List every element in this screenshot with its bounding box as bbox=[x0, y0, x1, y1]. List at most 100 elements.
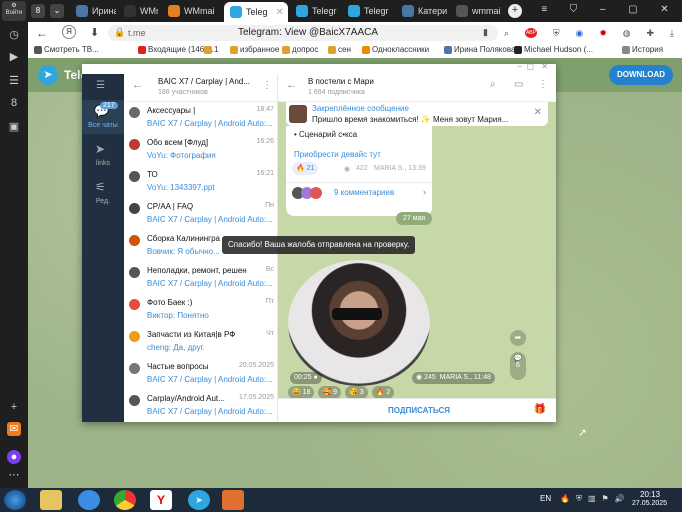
downloads-icon[interactable]: ⤓ bbox=[670, 28, 674, 39]
flame-icon[interactable]: 🔥 bbox=[560, 494, 570, 504]
video-message[interactable] bbox=[288, 260, 430, 386]
language-indicator[interactable]: EN bbox=[540, 494, 551, 503]
chat-list-item[interactable]: Неполадки, ремонт, решение Вс BAIC X7 / Ca… bbox=[124, 262, 278, 294]
browser-tab[interactable]: Telegr bbox=[342, 2, 394, 20]
telegram-taskbar-icon[interactable]: ➤ bbox=[188, 490, 210, 510]
tg-maximize-icon[interactable]: ▢ bbox=[526, 62, 534, 71]
address-field[interactable]: 🔒 t.me Telegram: View @BaicX7AACA ▮ bbox=[108, 25, 498, 41]
bookmark-item[interactable]: Michael Hudson (... bbox=[514, 45, 593, 54]
collections-icon[interactable]: ▣ bbox=[7, 120, 21, 134]
channel-title[interactable]: В постели с Мари bbox=[308, 77, 374, 86]
flag-icon[interactable]: ⚑ bbox=[602, 494, 609, 504]
chat-list-item[interactable]: Фото Баек :) Пт Виктор: Понятно bbox=[124, 294, 278, 326]
back-arrow-icon[interactable]: ← bbox=[36, 26, 48, 40]
video-icon[interactable]: ▶ bbox=[7, 50, 21, 64]
window-controls[interactable]: ≡ ⛉ – ▢ ✕ bbox=[530, 4, 680, 18]
comment-button[interactable]: 💬 6 bbox=[510, 352, 526, 380]
tab-nav-icon[interactable]: 8 bbox=[31, 4, 45, 18]
bookmark-item[interactable]: Входящие (146)... bbox=[138, 45, 214, 54]
bookmark-item[interactable]: Одноклассники bbox=[362, 45, 429, 54]
extensions-icon[interactable]: ✚ bbox=[647, 28, 655, 39]
chrome-icon[interactable] bbox=[114, 490, 136, 510]
clock-date[interactable]: 27.05.2025 bbox=[632, 500, 667, 507]
bookmark-item[interactable]: Ирина Полякова bbox=[444, 45, 515, 54]
folder-all-chats[interactable]: 💬 217 Все чаты bbox=[82, 100, 124, 134]
new-tab-button[interactable]: + bbox=[508, 4, 522, 18]
bookmark-item[interactable]: История bbox=[622, 45, 663, 54]
volume-icon[interactable]: 🔊 bbox=[615, 494, 625, 504]
media-player-icon[interactable] bbox=[222, 490, 244, 510]
tg-close-icon[interactable]: ✕ bbox=[541, 62, 548, 71]
network-icon[interactable]: ▥ bbox=[588, 494, 596, 504]
back-icon[interactable]: ← bbox=[132, 79, 143, 91]
sidebar-settings-icon[interactable]: ⋯ bbox=[7, 468, 21, 482]
post-link[interactable]: Приобрести девайс тут bbox=[294, 150, 381, 159]
bookmark-item[interactable]: Смотреть ТВ... bbox=[34, 45, 99, 54]
pinned-message-bar[interactable]: Закреплённое сообщение Пришло время знак… bbox=[286, 102, 548, 126]
browser-tab[interactable]: WMmai bbox=[162, 2, 220, 20]
yandex-browser-icon[interactable]: Y bbox=[150, 490, 172, 510]
list-icon[interactable]: ☰ bbox=[7, 74, 21, 88]
chat-list-item[interactable]: ТО 16:21 VoYu: 1343397.ppt bbox=[124, 166, 278, 198]
search-ext-icon[interactable]: ⌕ bbox=[504, 28, 509, 39]
download-arrow-icon[interactable]: ⬇ bbox=[90, 26, 99, 39]
bookmark-item[interactable]: сен bbox=[328, 45, 351, 54]
search-icon[interactable]: ⌕ bbox=[490, 79, 496, 90]
chat-list-item[interactable]: Обо всем [Флуд] 16:26 VoYu: Фотография bbox=[124, 134, 278, 166]
tab-list-icon[interactable]: ⌄ bbox=[50, 4, 64, 18]
clock-time[interactable]: 20:13 bbox=[640, 490, 660, 499]
yandex-icon[interactable]: 8 bbox=[7, 96, 21, 110]
bookmark-item[interactable]: 1 bbox=[204, 45, 218, 54]
tg-minimize-icon[interactable]: – bbox=[518, 62, 522, 71]
explorer-icon[interactable] bbox=[40, 490, 62, 510]
bookmark-item[interactable]: избранное bbox=[230, 45, 279, 54]
browser-tab[interactable]: Telegr bbox=[290, 2, 340, 20]
chat-list-item[interactable]: Частые вопросы 20.05.2025 BAIC X7 / Carpla… bbox=[124, 358, 278, 390]
browser-tab[interactable]: Катери bbox=[396, 2, 448, 20]
clock-icon[interactable]: ◷ bbox=[7, 28, 21, 42]
login-button[interactable]: ⚙ Войти bbox=[2, 1, 26, 21]
profile-icon[interactable]: ◍ bbox=[623, 28, 631, 39]
extension-shield-icon[interactable]: ⛨ bbox=[553, 28, 560, 39]
browser-tab[interactable]: wmmai bbox=[450, 2, 506, 20]
channel-back-icon[interactable]: ← bbox=[286, 79, 297, 91]
shield-tray-icon[interactable]: ⛨ bbox=[576, 494, 582, 504]
shield-icon[interactable]: ⛉ bbox=[570, 4, 578, 18]
chat-list-item[interactable]: Запчасти из Китая|в РФ Чт cheng: Да, друг. bbox=[124, 326, 278, 358]
browser-tab[interactable]: Teleg ✕ bbox=[224, 2, 288, 22]
mail-icon[interactable]: ✉ bbox=[7, 422, 21, 436]
comments-row[interactable]: 9 комментариев › bbox=[286, 182, 432, 204]
browser-tab[interactable]: WMmai bbox=[118, 2, 158, 20]
chat-list-item[interactable]: Carplay/Android Aut... 17.05.2025 BAIC X7 … bbox=[124, 390, 278, 422]
ie-icon[interactable] bbox=[78, 490, 100, 510]
folder-links[interactable]: ➤ links bbox=[82, 138, 124, 172]
bookmark-item[interactable]: допрос bbox=[282, 45, 318, 54]
close-window-icon[interactable]: ✕ bbox=[660, 4, 668, 18]
chat-list-item[interactable]: Аксессуары | 18:47 BAIC X7 / Carplay | And… bbox=[124, 102, 278, 134]
bookmark-icon[interactable]: ▮ bbox=[483, 27, 488, 38]
bug-icon[interactable]: ✹ bbox=[599, 28, 607, 39]
subscribe-button[interactable]: ПОДПИСАТЬСЯ bbox=[388, 406, 450, 415]
forward-button[interactable]: ➦ bbox=[510, 330, 526, 346]
menu-burger-icon[interactable]: ☰ bbox=[96, 80, 105, 91]
menu-icon[interactable]: ≡ bbox=[541, 4, 547, 18]
minimize-icon[interactable]: – bbox=[600, 4, 606, 18]
yandex-logo-icon[interactable]: Я bbox=[62, 25, 76, 39]
download-button[interactable]: DOWNLOAD bbox=[609, 65, 673, 85]
post-reaction[interactable]: 🔥 21 bbox=[292, 162, 319, 175]
maximize-icon[interactable]: ▢ bbox=[628, 4, 637, 18]
add-panel-icon[interactable]: + bbox=[7, 400, 21, 414]
chat-list-item[interactable]: CP/AA | FAQ Пн BAIC X7 / Carplay | Android… bbox=[124, 198, 278, 230]
browser-tab[interactable]: Ирина bbox=[70, 2, 116, 20]
sidebar-toggle-icon[interactable]: ▭ bbox=[514, 79, 523, 90]
channel-more-icon[interactable]: ⋮ bbox=[538, 79, 548, 90]
close-tab-icon[interactable]: ✕ bbox=[276, 7, 284, 18]
adblock-icon[interactable]: ABP bbox=[524, 28, 537, 38]
close-pinned-icon[interactable]: ✕ bbox=[534, 107, 542, 118]
vpn-icon[interactable]: ◉ bbox=[576, 28, 584, 39]
gift-icon[interactable]: 🎁 bbox=[534, 404, 546, 415]
folder-edit[interactable]: ⚟ Ред. bbox=[82, 176, 124, 210]
alice-icon[interactable]: ● bbox=[7, 450, 21, 464]
tray-icons[interactable]: 🔥 ⛨ ▥ ⚑ 🔊 bbox=[560, 494, 630, 504]
start-button[interactable] bbox=[4, 490, 26, 510]
